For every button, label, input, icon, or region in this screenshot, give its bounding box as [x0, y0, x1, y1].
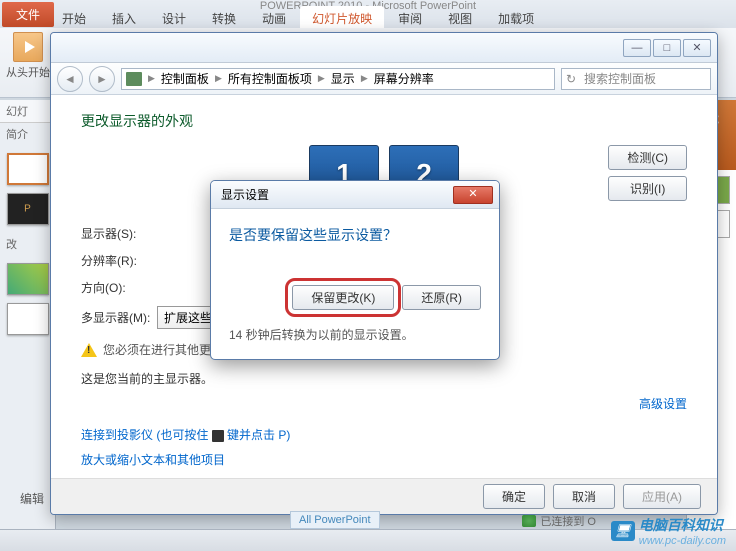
- primary-display-text: 这是您当前的主显示器。: [81, 370, 687, 387]
- revert-button[interactable]: 还原(R): [402, 285, 481, 310]
- chevron-icon: ▶: [318, 73, 325, 84]
- warning-icon: !: [81, 343, 97, 357]
- control-panel-icon: [126, 72, 142, 86]
- network-icon: [522, 515, 536, 527]
- countdown-text: 14 秒钟后转换为以前的显示设置。: [229, 326, 481, 343]
- text-size-link[interactable]: 放大或缩小文本和其他项目: [81, 451, 687, 468]
- dialog-titlebar[interactable]: 显示设置 ✕: [211, 181, 499, 209]
- slide-panel-tabs: 幻灯: [0, 100, 55, 123]
- file-tab[interactable]: 文件: [2, 2, 54, 27]
- windows-key-icon: [212, 430, 224, 442]
- refresh-icon: ↻: [566, 72, 580, 86]
- cp-titlebar: — □ ✕: [51, 33, 717, 63]
- watermark-brand: 电脑百科知识: [639, 515, 726, 535]
- from-beginning-label: 从头开始: [6, 64, 50, 80]
- play-icon: [13, 32, 43, 62]
- close-button[interactable]: ✕: [683, 39, 711, 57]
- all-powerpoint-label: All PowerPoint: [290, 511, 380, 529]
- cp-nav-bar: ◄ ► ▶ 控制面板 ▶ 所有控制面板项 ▶ 显示 ▶ 屏幕分辨率 ↻ 搜索控制…: [51, 63, 717, 95]
- advanced-settings-link[interactable]: 高级设置: [81, 395, 687, 412]
- intro-label: 简介: [0, 123, 55, 145]
- connection-status: 已连接到 O: [522, 513, 596, 529]
- change-label: 改: [0, 233, 55, 255]
- breadcrumb-item[interactable]: 屏幕分辨率: [374, 70, 434, 87]
- display-label: 显示器(S):: [81, 225, 157, 242]
- chevron-icon: ▶: [215, 73, 222, 84]
- search-input[interactable]: ↻ 搜索控制面板: [561, 68, 711, 90]
- breadcrumb[interactable]: ▶ 控制面板 ▶ 所有控制面板项 ▶ 显示 ▶ 屏幕分辨率: [121, 68, 555, 90]
- chevron-icon: ▶: [148, 73, 155, 84]
- nav-forward-button[interactable]: ►: [89, 66, 115, 92]
- page-title: 更改显示器的外观: [81, 111, 687, 131]
- breadcrumb-item[interactable]: 所有控制面板项: [228, 70, 312, 87]
- orientation-label: 方向(O):: [81, 279, 157, 296]
- bottom-links: 连接到投影仪 (也可按住 键并点击 P) 放大或缩小文本和其他项目 我应该选择什…: [81, 426, 687, 478]
- chevron-icon: ▶: [361, 73, 368, 84]
- watermark-logo-icon: 🖥: [611, 521, 635, 541]
- edit-label: 编辑: [20, 490, 44, 507]
- slide-thumb-1[interactable]: [7, 153, 49, 185]
- nav-back-button[interactable]: ◄: [57, 66, 83, 92]
- breadcrumb-item[interactable]: 显示: [331, 70, 355, 87]
- minimize-button[interactable]: —: [623, 39, 651, 57]
- back-arrow-icon: ◄: [64, 72, 76, 86]
- dialog-body: 是否要保留这些显示设置？ 保留更改(K) 还原(R) 14 秒钟后转换为以前的显…: [211, 209, 499, 359]
- cp-footer: 确定 取消 应用(A): [51, 478, 717, 514]
- display-settings-dialog: 显示设置 ✕ 是否要保留这些显示设置？ 保留更改(K) 还原(R) 14 秒钟后…: [210, 180, 500, 360]
- apply-button[interactable]: 应用(A): [623, 484, 701, 509]
- slides-tab[interactable]: 幻灯: [0, 100, 34, 122]
- watermark-url: www.pc-daily.com: [639, 535, 726, 547]
- slide-thumb-2[interactable]: [7, 193, 49, 225]
- dialog-close-button[interactable]: ✕: [453, 186, 493, 204]
- keep-changes-button[interactable]: 保留更改(K): [292, 285, 394, 310]
- identify-button[interactable]: 识别(I): [608, 176, 687, 201]
- ok-button[interactable]: 确定: [483, 484, 545, 509]
- search-placeholder: 搜索控制面板: [584, 70, 656, 87]
- resolution-label: 分辨率(R):: [81, 252, 157, 269]
- slide-thumb-3[interactable]: [7, 263, 49, 295]
- from-beginning-button[interactable]: 从头开始: [6, 32, 50, 80]
- slide-thumb-4[interactable]: [7, 303, 49, 335]
- projector-link[interactable]: 连接到投影仪 (也可按住 键并点击 P): [81, 426, 687, 443]
- watermark: 🖥 电脑百科知识 www.pc-daily.com: [611, 515, 726, 547]
- dialog-question: 是否要保留这些显示设置？: [229, 225, 481, 245]
- slide-panel: 幻灯 简介 改: [0, 100, 56, 531]
- cancel-button[interactable]: 取消: [553, 484, 615, 509]
- connected-text: 已连接到 O: [540, 513, 596, 529]
- dialog-title: 显示设置: [221, 186, 269, 203]
- breadcrumb-item[interactable]: 控制面板: [161, 70, 209, 87]
- maximize-button[interactable]: □: [653, 39, 681, 57]
- multi-display-label: 多显示器(M):: [81, 309, 157, 326]
- forward-arrow-icon: ►: [96, 72, 108, 86]
- detect-button[interactable]: 检测(C): [608, 145, 687, 170]
